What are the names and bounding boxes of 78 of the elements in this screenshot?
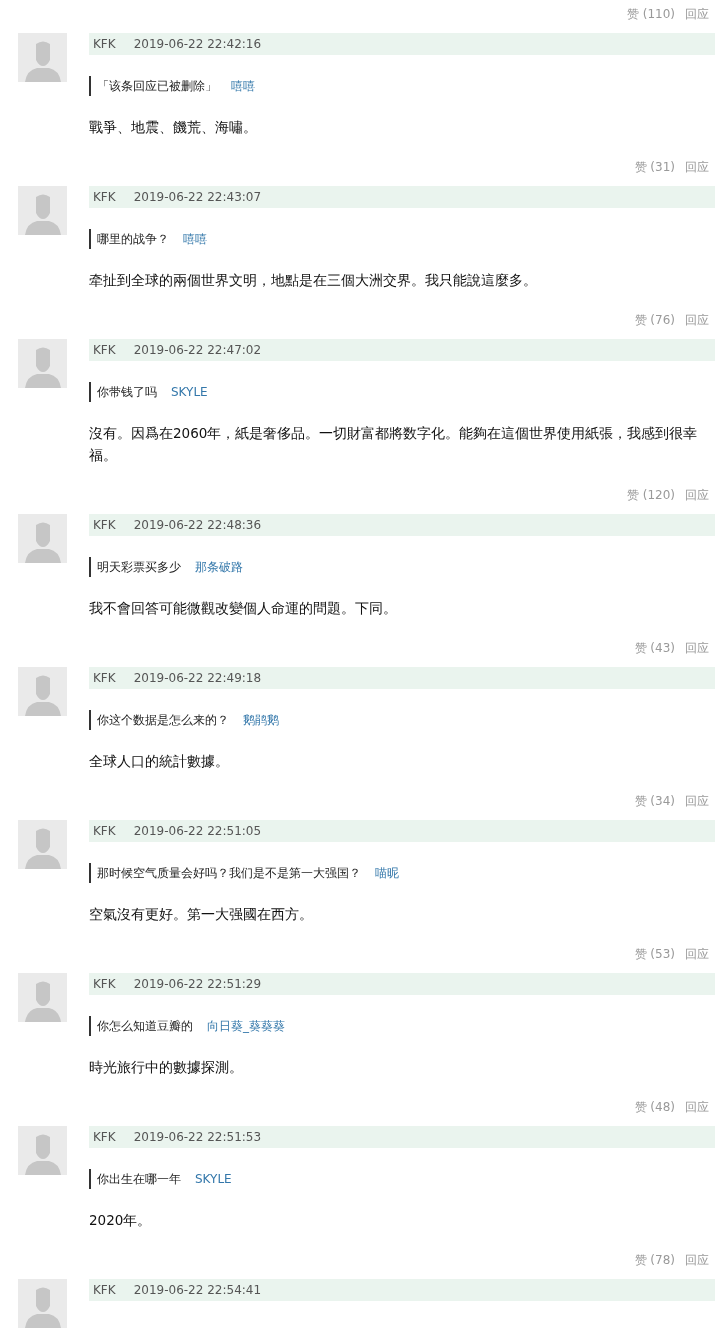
- user-avatar[interactable]: [18, 1126, 67, 1175]
- avatar-silhouette-icon: [22, 193, 63, 235]
- reply-link[interactable]: 回应: [685, 1098, 709, 1116]
- reply-link[interactable]: 回应: [685, 486, 709, 504]
- reply-link[interactable]: 回应: [685, 1251, 709, 1269]
- like-link[interactable]: 赞 (34): [634, 792, 675, 810]
- quote-text: 「该条回应已被删除」: [97, 77, 217, 95]
- quote-author-link[interactable]: 喵昵: [375, 864, 399, 882]
- user-name: KFK: [93, 671, 116, 685]
- comment-time: 2019-06-22 22:43:07: [133, 190, 262, 204]
- quote-author-link[interactable]: 向日葵_葵葵葵: [207, 1017, 285, 1035]
- user-avatar[interactable]: [18, 186, 67, 235]
- like-link[interactable]: 赞 (76): [634, 311, 675, 329]
- avatar-silhouette-icon: [22, 827, 63, 869]
- user-name: KFK: [93, 824, 116, 838]
- avatar-silhouette-icon: [22, 1133, 63, 1175]
- reply-link[interactable]: 回应: [685, 792, 709, 810]
- comment-text: 全球人口的統計數據。: [89, 752, 230, 771]
- reply-link[interactable]: 回应: [685, 311, 709, 329]
- comment-text: 我不會回答可能微觀改變個人命運的問題。下同。: [89, 599, 398, 618]
- comment-text: 牵扯到全球的兩個世界文明，地點是在三個大洲交界。我只能說這麼多。: [89, 271, 538, 290]
- avatar-silhouette-icon: [22, 980, 63, 1022]
- avatar-silhouette-icon: [22, 1286, 63, 1328]
- reply-link[interactable]: 回应: [685, 945, 709, 963]
- comment-time: 2019-06-22 22:51:29: [133, 977, 262, 991]
- quote-author-link[interactable]: 那条破路: [195, 558, 243, 576]
- comment-time: 2019-06-22 22:51:05: [133, 824, 262, 838]
- user-avatar[interactable]: [18, 667, 67, 716]
- user-avatar[interactable]: [18, 1279, 67, 1328]
- reply-link[interactable]: 回应: [685, 5, 709, 23]
- comment-time: 2019-06-22 22:47:02: [133, 343, 262, 357]
- user-name: KFK: [93, 1130, 116, 1144]
- comment-time: 2019-06-22 22:51:53: [133, 1130, 262, 1144]
- user-name: KFK: [93, 343, 116, 357]
- quote-author-link[interactable]: 鹅鹃鹅: [243, 711, 279, 729]
- user-name: KFK: [93, 977, 116, 991]
- quote-text: 你这个数据是怎么来的？: [97, 711, 229, 729]
- quote-author-link[interactable]: SKYLE: [171, 385, 208, 399]
- user-name: KFK: [93, 37, 116, 51]
- comment-time: 2019-06-22 22:49:18: [133, 671, 262, 685]
- user-avatar[interactable]: [18, 514, 67, 563]
- like-link[interactable]: 赞 (78): [634, 1251, 675, 1269]
- like-link[interactable]: 赞 (53): [634, 945, 675, 963]
- reply-link[interactable]: 回应: [685, 639, 709, 657]
- avatar-silhouette-icon: [22, 674, 63, 716]
- user-avatar[interactable]: [18, 339, 67, 388]
- comment-time: 2019-06-22 22:54:41: [133, 1283, 262, 1297]
- user-avatar[interactable]: [18, 973, 67, 1022]
- reply-link[interactable]: 回应: [685, 158, 709, 176]
- quote-text: 明天彩票买多少: [97, 558, 181, 576]
- user-name: KFK: [93, 518, 116, 532]
- user-avatar[interactable]: [18, 33, 67, 82]
- comment-text: 時光旅行中的數據探測。: [89, 1058, 244, 1077]
- user-name: KFK: [93, 190, 116, 204]
- comment-text: 空氣沒有更好。第一大强國在西方。: [89, 905, 314, 924]
- quote-text: 你出生在哪一年: [97, 1170, 181, 1188]
- avatar-silhouette-icon: [22, 40, 63, 82]
- user-avatar[interactable]: [18, 820, 67, 869]
- like-link[interactable]: 赞 (31): [634, 158, 675, 176]
- quote-text: 那时候空气质量会好吗？我们是不是第一大强国？: [97, 864, 361, 882]
- quote-text: 哪里的战争？: [97, 230, 169, 248]
- comment-time: 2019-06-22 22:48:36: [133, 518, 262, 532]
- comment-text: 2020年。: [89, 1211, 153, 1230]
- avatar-silhouette-icon: [22, 346, 63, 388]
- comment-text: 沒有。因爲在2060年，紙是奢侈品。一切財富都將数字化。能夠在這個世界使用紙張，我感到很幸福。: [89, 424, 699, 465]
- comment-text: 戰爭、地震、饑荒、海嘯。: [89, 118, 258, 137]
- like-link[interactable]: 赞 (120): [626, 486, 675, 504]
- user-name: KFK: [93, 1283, 116, 1297]
- quote-author-link[interactable]: 嘻嘻: [183, 230, 207, 248]
- quote-author-link[interactable]: 嘻嘻: [231, 77, 255, 95]
- like-link[interactable]: 赞 (48): [634, 1098, 675, 1116]
- avatar-silhouette-icon: [22, 521, 63, 563]
- comment-time: 2019-06-22 22:42:16: [133, 37, 262, 51]
- like-link[interactable]: 赞 (43): [634, 639, 675, 657]
- quote-author-link[interactable]: SKYLE: [195, 1172, 232, 1186]
- quote-text: 你带钱了吗: [97, 383, 157, 401]
- like-link[interactable]: 赞 (110): [626, 5, 675, 23]
- quote-text: 你怎么知道豆瓣的: [97, 1017, 193, 1035]
